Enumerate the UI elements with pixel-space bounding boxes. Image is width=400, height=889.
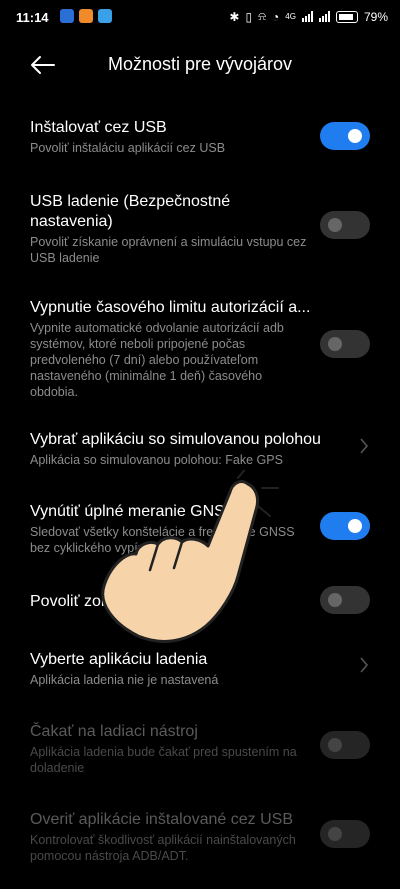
battery-icon: [335, 10, 358, 23]
page-title: Možnosti pre vývojárov: [107, 54, 293, 74]
setting-subtitle: Aplikácia ladenia nie je nastavená: [30, 673, 219, 687]
setting-subtitle: Kontrolovať škodlivosť aplikácií nainšta…: [30, 833, 296, 863]
battery-percent: 79: [363, 9, 378, 24]
setting-title: Čakať na ladiaci nástroj: [30, 723, 198, 740]
chevron-right-icon[interactable]: [358, 436, 370, 456]
setting-title: Overiť aplikácie inštalované cez USB: [30, 811, 294, 828]
notification-icons: [60, 9, 112, 23]
setting-subtitle: Povoliť inštaláciu aplikácií cez USB: [30, 141, 226, 155]
adb-authorization-timeout-toggle[interactable]: [320, 330, 370, 358]
gallery-app-icon: [98, 9, 112, 23]
alarm-icon: ◔: [272, 9, 280, 24]
wait-for-debugger-toggle: [320, 731, 370, 759]
setting-mock-location-app[interactable]: Vybrať aplikáciu so simulovanou polohou …: [30, 430, 375, 468]
verify-usb-apps-toggle: [320, 820, 370, 848]
view-attribute-inspection-toggle[interactable]: [320, 586, 370, 614]
status-icons: ✱ ▯ ⍾ ◔ 4G 79%: [229, 9, 388, 24]
messages-app-icon: [60, 9, 74, 23]
setting-subtitle: Povoliť získanie oprávnení a simuláciu v…: [30, 235, 307, 265]
alarm-off-icon: ⍾: [258, 9, 267, 23]
setting-title: Vyberte aplikáciu ladenia: [30, 651, 208, 668]
setting-title: Inštalovať cez USB: [30, 119, 167, 136]
status-time: 11:14: [16, 10, 49, 25]
force-full-gnss-toggle[interactable]: [320, 512, 370, 540]
usb-debugging-security-toggle[interactable]: [320, 211, 370, 239]
setting-debug-app[interactable]: Vyberte aplikáciu ladenia Aplikácia lade…: [30, 650, 375, 688]
pointing-hand-icon: [101, 470, 279, 643]
chevron-right-icon[interactable]: [358, 655, 370, 675]
install-via-usb-toggle[interactable]: [320, 122, 370, 150]
orange-app-icon: [79, 9, 93, 23]
signal-2-icon: [318, 11, 330, 22]
setting-title: USB ladenie (Bezpečnostné nastavenia): [30, 193, 231, 230]
setting-title: Vypnutie časového limitu autorizácií a..…: [30, 299, 311, 316]
setting-subtitle: Vypnite automatické odvolanie autorizáci…: [30, 321, 284, 399]
app-header: Možnosti pre vývojárov: [0, 40, 400, 90]
setting-title: Vybrať aplikáciu so simulovanou polohou: [30, 431, 321, 448]
network-type: 4G: [285, 12, 296, 21]
status-bar: 11:14 ✱ ▯ ⍾ ◔ 4G 79%: [0, 0, 400, 36]
signal-icon: [301, 11, 313, 22]
setting-subtitle: Aplikácia so simulovanou polohou: Fake G…: [30, 453, 283, 467]
vibrate-icon: ▯: [245, 9, 253, 24]
bluetooth-icon: ✱: [229, 9, 240, 24]
setting-subtitle: Aplikácia ladenia bude čakať pred spuste…: [30, 745, 297, 775]
